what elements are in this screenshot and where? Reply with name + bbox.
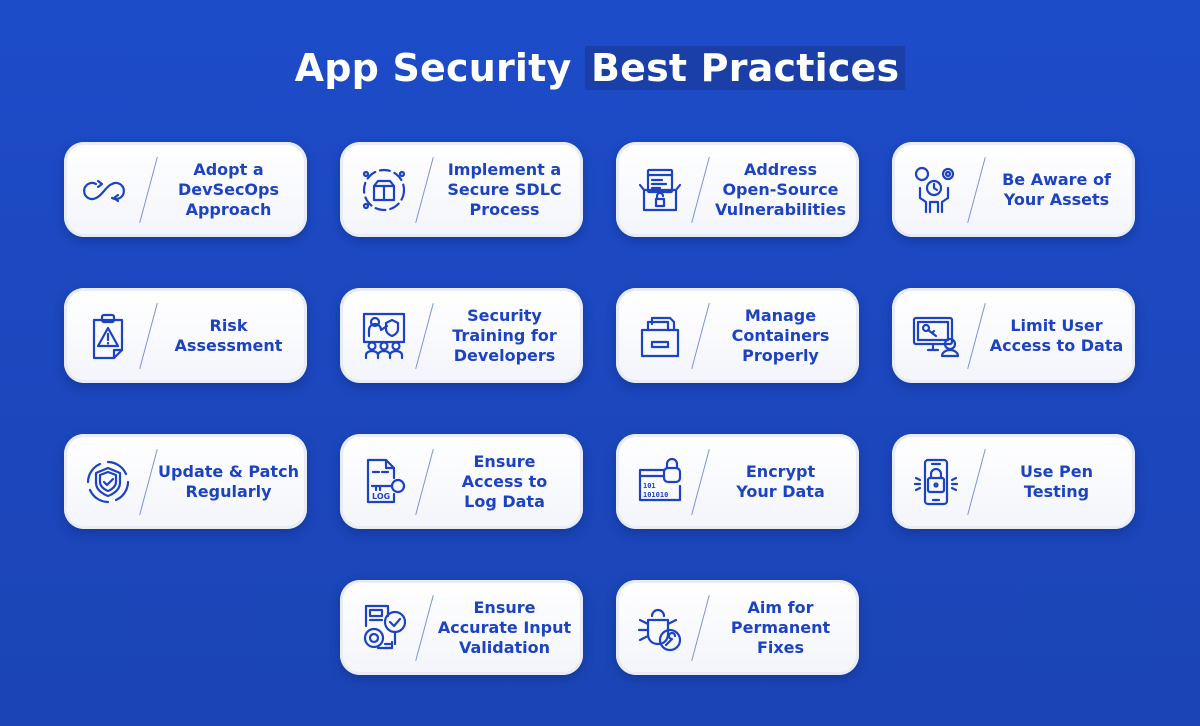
divider	[691, 449, 710, 515]
svg-text:101: 101	[643, 482, 656, 490]
divider	[139, 157, 158, 223]
practice-card-encrypt: 101 101010 Encrypt Your Data	[616, 434, 859, 529]
open-box-code-icon	[630, 164, 690, 216]
practice-card-pen-testing: Use Pen Testing	[892, 434, 1135, 529]
person-assets-icon	[906, 164, 966, 216]
divider	[967, 449, 986, 515]
title-part-2-highlighted: Best Practices	[584, 46, 906, 90]
practice-label: Be Aware of Your Assets	[1002, 169, 1111, 209]
practice-label: Adopt a DevSecOps Approach	[178, 159, 279, 219]
bug-wrench-icon	[630, 602, 690, 654]
practice-label: Update & Patch Regularly	[158, 461, 299, 501]
divider	[691, 595, 710, 661]
practice-label: Address Open-Source Vulnerabilities	[714, 159, 847, 219]
practice-label: Implement a Secure SDLC Process	[447, 159, 562, 219]
monitor-key-user-icon	[906, 310, 966, 362]
practice-label: Ensure Access to Log Data	[461, 451, 548, 511]
divider	[415, 449, 434, 515]
box-cycle-icon	[354, 164, 414, 216]
practice-label: Use Pen Testing	[1020, 461, 1093, 501]
divider	[415, 157, 434, 223]
practice-label: Manage Containers Properly	[731, 305, 830, 365]
practice-card-open-source: Address Open-Source Vulnerabilities	[616, 142, 859, 237]
divider	[691, 157, 710, 223]
divider	[139, 449, 158, 515]
divider	[967, 157, 986, 223]
practice-card-assets: Be Aware of Your Assets	[892, 142, 1135, 237]
title-part-1: App Security	[294, 46, 572, 90]
page-title: App Security Best Practices	[0, 40, 1200, 96]
phone-lock-icon	[906, 456, 966, 508]
practice-card-input-validation: Ensure Accurate Input Validation	[340, 580, 583, 675]
practice-label: Aim for Permanent Fixes	[730, 597, 831, 657]
shield-refresh-icon	[78, 456, 138, 508]
practice-label: Encrypt Your Data	[736, 461, 825, 501]
practice-card-devsecops: Adopt a DevSecOps Approach	[64, 142, 307, 237]
divider	[967, 303, 986, 369]
practice-card-secure-sdlc: Implement a Secure SDLC Process	[340, 142, 583, 237]
binary-lock-icon: 101 101010	[630, 456, 690, 508]
divider	[415, 595, 434, 661]
practice-card-log-data: LOG Ensure Access to Log Data	[340, 434, 583, 529]
practice-label: Ensure Accurate Input Validation	[437, 597, 572, 657]
infinity-loop-icon	[78, 164, 138, 216]
document-gear-check-icon	[354, 602, 414, 654]
divider	[139, 303, 158, 369]
practice-card-update-patch: Update & Patch Regularly	[64, 434, 307, 529]
divider	[691, 303, 710, 369]
clipboard-warning-icon	[78, 310, 138, 362]
practice-label: Security Training for Developers	[452, 305, 557, 365]
svg-text:101010: 101010	[643, 491, 668, 499]
practice-label: Risk Assessment	[174, 315, 283, 355]
practice-card-risk-assessment: Risk Assessment	[64, 288, 307, 383]
log-file-key-icon: LOG	[354, 456, 414, 508]
practice-card-security-training: Security Training for Developers	[340, 288, 583, 383]
training-class-icon	[354, 310, 414, 362]
practice-card-containers: Manage Containers Properly	[616, 288, 859, 383]
svg-text:LOG: LOG	[372, 492, 390, 501]
practice-label: Limit User Access to Data	[989, 315, 1124, 355]
file-container-icon	[630, 310, 690, 362]
practice-card-permanent-fixes: Aim for Permanent Fixes	[616, 580, 859, 675]
divider	[415, 303, 434, 369]
practice-card-limit-access: Limit User Access to Data	[892, 288, 1135, 383]
